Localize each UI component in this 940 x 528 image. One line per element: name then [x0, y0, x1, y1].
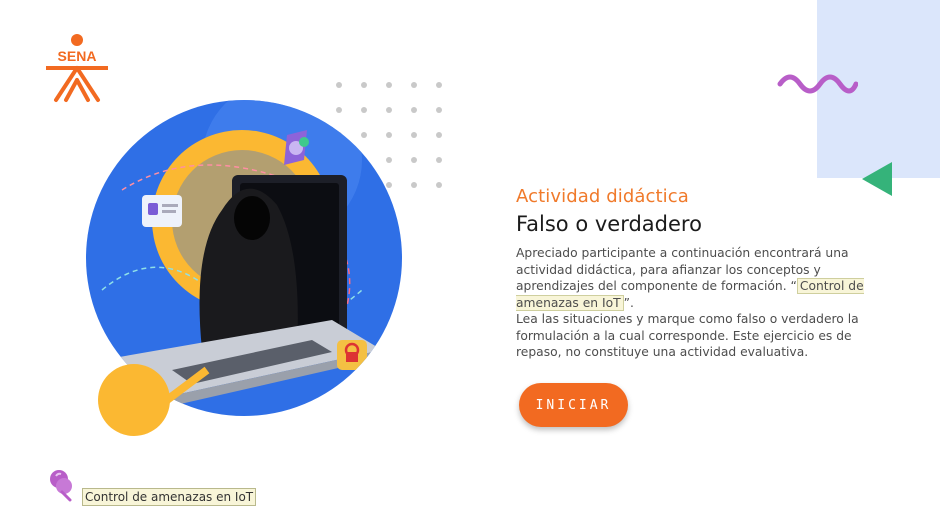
activity-title: Falso o verdadero [516, 212, 702, 236]
intro-paragraph: Apreciado participante a continuación en… [516, 245, 896, 311]
instructions-paragraph: Lea las situaciones y marque como falso … [516, 312, 859, 359]
intro-text-end: ”. [623, 295, 634, 310]
logo-text: SENA [58, 48, 97, 64]
wave-decoration [777, 74, 858, 94]
hacker-illustration [86, 100, 402, 436]
pin-icon [50, 470, 72, 502]
triangle-decoration [862, 162, 892, 196]
activity-kicker: Actividad didáctica [516, 186, 689, 207]
start-button[interactable]: INICIAR [519, 383, 628, 427]
sena-logo: SENA [46, 34, 108, 102]
course-tag: Control de amenazas en IoT [82, 488, 257, 506]
